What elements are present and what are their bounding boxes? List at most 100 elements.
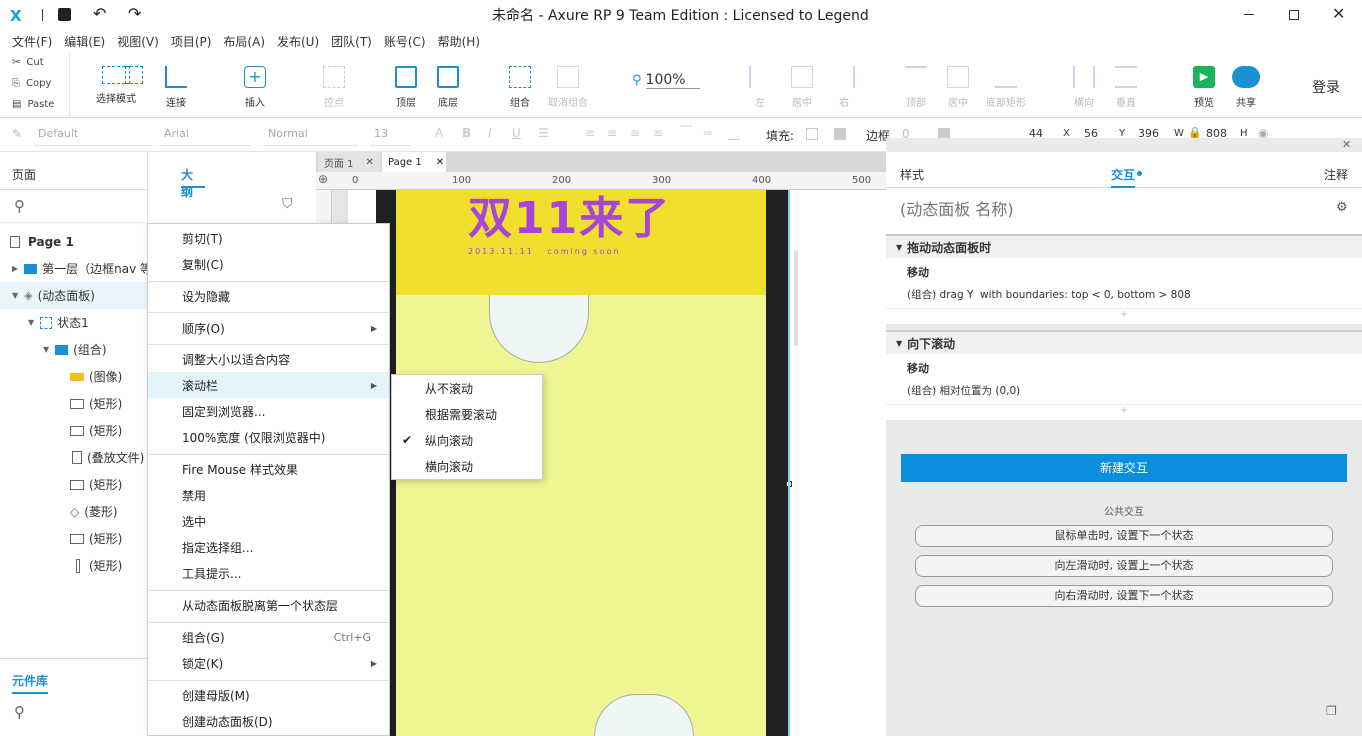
tree-item-document[interactable]: (叠放文件)	[72, 444, 144, 471]
tree-item-rect[interactable]: (矩形)	[70, 471, 122, 498]
action-detail[interactable]: (组合) 相对位置为 (0,0)	[907, 383, 1020, 398]
tab-outline[interactable]: 大纲	[181, 166, 193, 200]
menu-item-fit-content[interactable]: 调整大小以适合内容	[148, 346, 389, 372]
insert-button[interactable]: + 插入	[227, 60, 283, 109]
close-tab-icon[interactable]: ✕	[436, 157, 444, 168]
valign-top-icon[interactable]: ⎺	[680, 124, 692, 139]
common-interaction-button[interactable]: 向右滑动时, 设置下一个状态	[915, 585, 1333, 607]
menu-item-break-away[interactable]: 从动态面板脱离第一个状态层	[148, 592, 389, 618]
new-interaction-button[interactable]: 新建交互	[901, 454, 1347, 482]
share-button[interactable]: 共享	[1218, 60, 1274, 109]
menu-item-pin-browser[interactable]: 固定到浏览器...	[148, 398, 389, 424]
page-tab-active[interactable]: Page 1 ✕	[382, 152, 446, 172]
tab-style[interactable]: 样式	[900, 166, 924, 183]
popout-icon[interactable]: ❐	[1326, 704, 1337, 718]
list-icon[interactable]: ☰	[538, 126, 549, 140]
tree-item-state1[interactable]: ▼ 状态1	[28, 309, 89, 336]
scrollbar-thumb[interactable]	[794, 250, 798, 346]
menu-item-selection-group[interactable]: 指定选择组...	[148, 534, 389, 560]
tab-pages[interactable]: 页面	[12, 166, 36, 183]
tree-item-diamond[interactable]: ◇ (菱形)	[70, 498, 118, 525]
tree-item-page1[interactable]: Page 1	[10, 228, 74, 255]
add-action-row[interactable]: +	[886, 308, 1362, 324]
restore-icon[interactable]	[1289, 10, 1299, 20]
text-color-icon[interactable]: A	[435, 126, 443, 140]
common-interaction-button[interactable]: 向左滑动时, 设置上一个状态	[915, 555, 1333, 577]
menu-item-create-dynamic-panel[interactable]: 创建动态面板(D)	[148, 708, 389, 734]
fill-image-swatch[interactable]	[834, 128, 846, 140]
close-icon[interactable]: ✕	[1332, 4, 1345, 23]
close-tab-icon[interactable]: ✕	[366, 157, 374, 168]
close-panel-icon[interactable]: ✕	[1342, 138, 1351, 151]
point-button[interactable]: 控点	[306, 60, 362, 109]
menu-item-full-width[interactable]: 100%宽度 (仅限浏览器中)	[148, 424, 389, 450]
tree-item-layer1[interactable]: ▶ 第一层（边框nav 等	[12, 255, 152, 282]
ungroup-button[interactable]: 取消组合	[540, 60, 596, 109]
menu-team[interactable]: 团队(T)	[325, 33, 378, 50]
settings-sliders-icon[interactable]: ⚙	[1336, 200, 1348, 215]
tree-item-dynamic-panel[interactable]: ▼ ◈ (动态面板)	[0, 282, 148, 309]
copy-button[interactable]: ⎘ Copy	[12, 78, 51, 89]
menu-layout[interactable]: 布局(A)	[217, 33, 271, 50]
login-button[interactable]: 登录	[1312, 77, 1340, 97]
add-action-row[interactable]: +	[886, 404, 1362, 420]
menu-edit[interactable]: 编辑(E)	[58, 33, 111, 50]
action-title[interactable]: 移动	[907, 264, 929, 280]
zoom-control[interactable]: ⚲ 100%	[632, 72, 700, 89]
tab-notes[interactable]: 注释	[1324, 166, 1348, 183]
fill-color-swatch[interactable]	[806, 128, 818, 140]
style-dropdown[interactable]: Default	[34, 124, 152, 146]
submenu-item-vertical[interactable]: ✔ 纵向滚动	[392, 427, 542, 453]
library-search-icon[interactable]: ⚲	[14, 703, 25, 721]
bold-icon[interactable]: B	[462, 126, 471, 140]
save-icon[interactable]	[58, 8, 71, 21]
align-right-button[interactable]: 右	[816, 60, 872, 109]
underline-icon[interactable]: U	[512, 126, 521, 140]
menu-item-cut[interactable]: 剪切(T)	[148, 225, 389, 251]
font-size-dropdown[interactable]: 13	[370, 124, 412, 146]
redo-icon[interactable]: ↷	[128, 4, 141, 23]
filter-icon[interactable]: ⛉	[282, 196, 293, 212]
tree-item-rect[interactable]: (矩形)	[70, 390, 122, 417]
connect-button[interactable]: 连接	[148, 60, 204, 109]
paste-button[interactable]: ▤ Paste	[12, 99, 54, 110]
menu-item-create-master[interactable]: 创建母版(M)	[148, 682, 389, 708]
menu-account[interactable]: 账号(C)	[378, 33, 432, 50]
menu-item-order[interactable]: 顺序(O) ▶	[148, 315, 389, 341]
action-detail[interactable]: (组合) drag Y with boundaries: top < 0, bo…	[907, 287, 1191, 302]
submenu-item-horizontal[interactable]: 横向滚动	[392, 453, 542, 479]
distribute-vertical-button[interactable]: 垂直	[1098, 60, 1154, 109]
align-text-center-icon[interactable]: ≡	[607, 126, 617, 140]
minimize-icon[interactable]	[1244, 14, 1254, 15]
menu-item-scrollbars[interactable]: 滚动栏 ▶	[148, 372, 389, 398]
tree-item-rect[interactable]: (矩形)	[70, 525, 122, 552]
menu-item-group[interactable]: 组合(G) Ctrl+G	[148, 624, 389, 650]
menu-file[interactable]: 文件(F)	[6, 33, 58, 50]
valign-bottom-icon[interactable]: ⎽	[728, 126, 740, 141]
valign-middle-icon[interactable]: ═	[704, 126, 711, 140]
tree-item-rect[interactable]: (矩形)	[76, 552, 122, 579]
common-interaction-button[interactable]: 鼠标单击时, 设置下一个状态	[915, 525, 1333, 547]
event-header[interactable]: ▼ 向下滚动	[886, 330, 1362, 354]
menu-item-hide[interactable]: 设为隐藏	[148, 283, 389, 309]
submenu-item-as-needed[interactable]: 根据需要滚动	[392, 401, 542, 427]
menu-item-lock[interactable]: 锁定(K) ▶	[148, 650, 389, 676]
undo-icon[interactable]: ↶	[93, 4, 106, 23]
menu-item-copy[interactable]: 复制(C)	[148, 251, 389, 277]
align-bottom-button[interactable]: 底部矩形	[978, 60, 1034, 109]
search-icon[interactable]: ⚲	[14, 197, 25, 215]
italic-icon[interactable]: I	[488, 126, 492, 140]
tree-item-group[interactable]: ▼ (组合)	[43, 336, 107, 363]
menu-item-selected[interactable]: 选中	[148, 508, 389, 534]
align-text-justify-icon[interactable]: ≡	[653, 126, 663, 140]
submenu-item-never[interactable]: 从不滚动	[392, 375, 542, 401]
align-text-right-icon[interactable]: ≡	[630, 126, 640, 140]
event-header[interactable]: ▼ 拖动动态面板时	[886, 234, 1362, 258]
action-title[interactable]: 移动	[907, 360, 929, 376]
menu-item-tooltip[interactable]: 工具提示...	[148, 560, 389, 586]
menu-item-disable[interactable]: 禁用	[148, 482, 389, 508]
send-to-back-button[interactable]: 底层	[420, 60, 476, 109]
menu-help[interactable]: 帮助(H)	[432, 33, 486, 50]
font-dropdown[interactable]: Arial	[160, 124, 252, 146]
align-text-left-icon[interactable]: ≡	[585, 126, 595, 140]
